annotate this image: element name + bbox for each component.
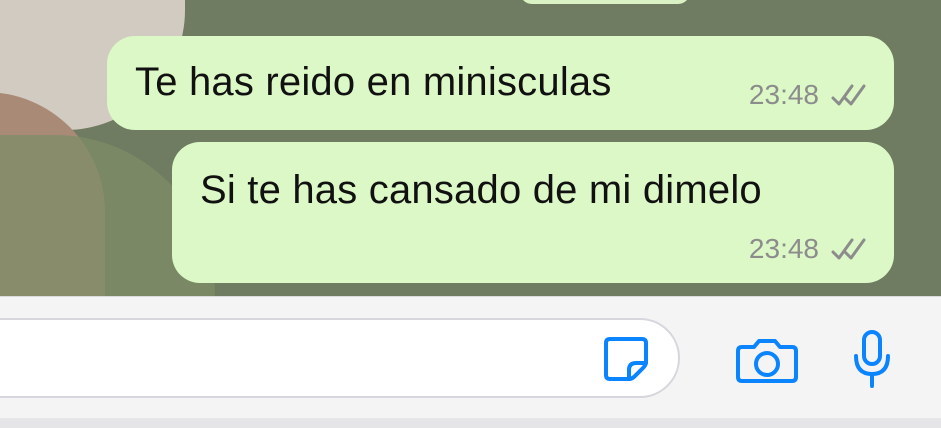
microphone-button[interactable]	[848, 328, 896, 390]
message-time: 23:48	[748, 79, 819, 110]
chat-area: Te has reido en minisculas 23:48 Si te h…	[0, 0, 941, 296]
sticker-button[interactable]	[601, 334, 651, 384]
message-input[interactable]	[16, 337, 540, 381]
previous-message-edge	[520, 0, 690, 4]
double-check-icon	[829, 81, 871, 109]
message-meta: 23:48	[749, 235, 871, 263]
sticker-icon	[601, 334, 651, 384]
message-text: Si te has cansado de mi dimelo	[200, 168, 762, 212]
double-check-icon	[829, 235, 871, 263]
message-meta: 23:48	[749, 81, 871, 109]
microphone-icon	[848, 328, 896, 390]
camera-button[interactable]	[734, 335, 800, 385]
camera-icon	[734, 335, 800, 385]
outgoing-message[interactable]: Si te has cansado de mi dimelo 23:48	[172, 142, 894, 283]
footer-divider	[0, 418, 941, 428]
message-text: Te has reido en minisculas	[135, 60, 612, 104]
message-input-container[interactable]	[0, 318, 680, 398]
outgoing-message[interactable]: Te has reido en minisculas 23:48	[107, 36, 894, 130]
message-composer-bar	[0, 296, 941, 428]
message-time: 23:48	[748, 233, 819, 264]
